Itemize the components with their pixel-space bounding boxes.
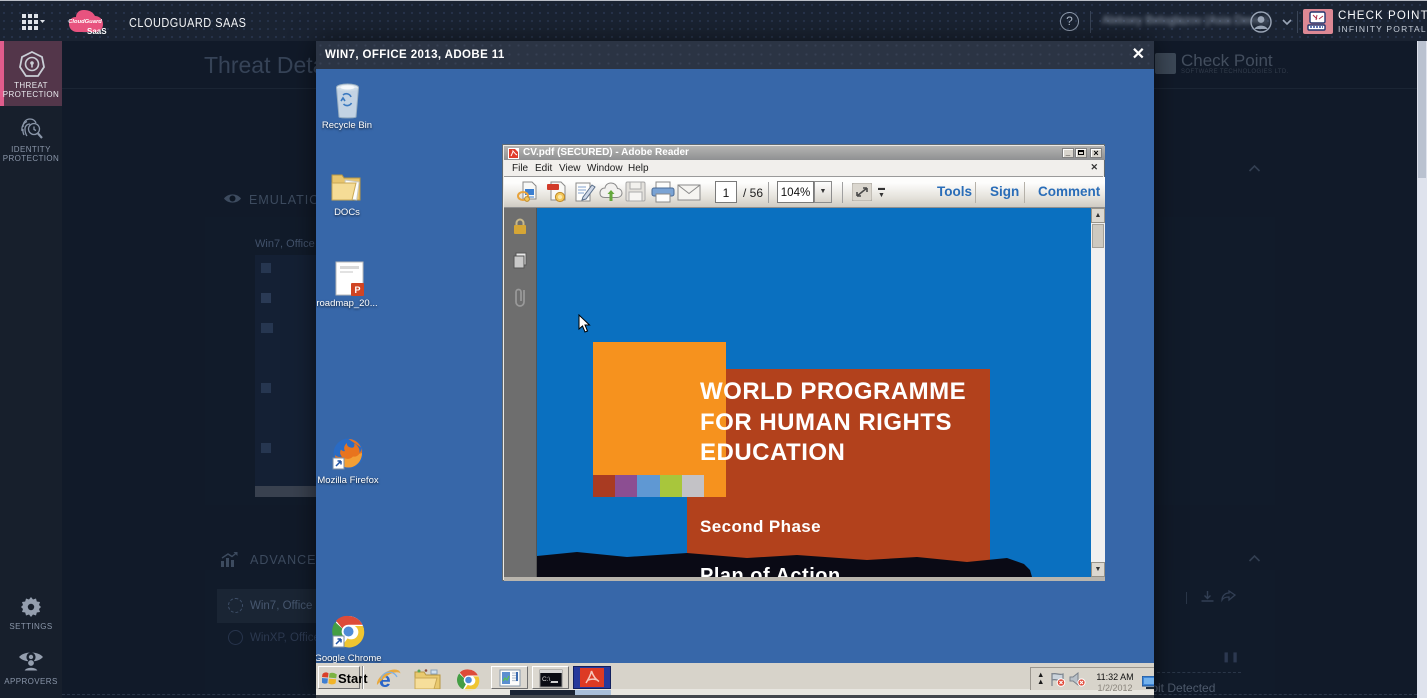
- svg-text:P: P: [354, 285, 360, 295]
- svg-text:CloudGuard: CloudGuard: [68, 19, 102, 25]
